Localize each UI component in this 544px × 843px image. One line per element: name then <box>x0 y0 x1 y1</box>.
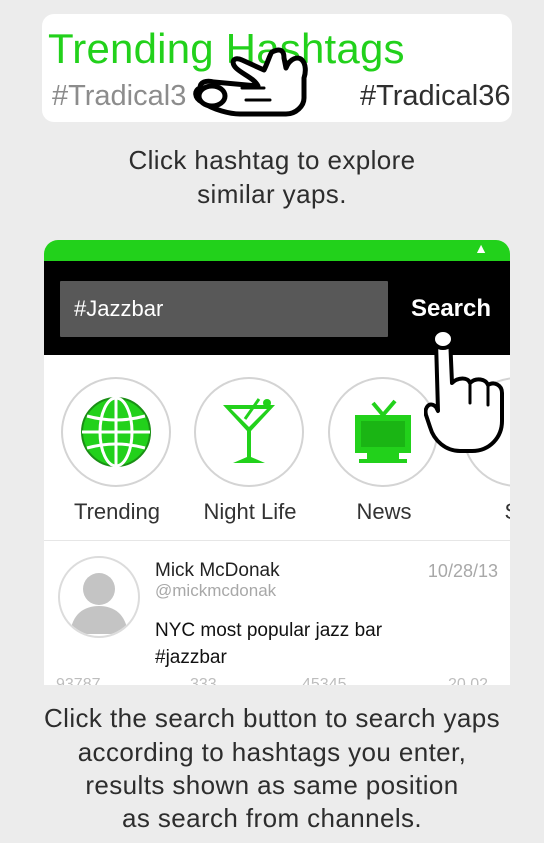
channel-circle <box>194 377 304 487</box>
play-count[interactable]: 93787 <box>56 676 101 685</box>
like-count[interactable]: 45345 <box>302 676 347 685</box>
app-screen: ▲ #Jazzbar Search Trending Night Life Ne… <box>44 240 510 685</box>
instruction-caption-bottom-line2: according to hashtags you enter, <box>77 737 467 767</box>
instruction-caption-top-line1: Click hashtag to explore <box>128 145 416 175</box>
yap-author-handle[interactable]: @mickmcdonak <box>155 582 276 599</box>
comment-count[interactable]: 333 <box>190 676 217 685</box>
channel-trending[interactable]: Trending <box>61 377 173 523</box>
channel-label: News <box>356 499 412 524</box>
signal-icon: ▲ <box>474 240 488 256</box>
hand-pointer-icon <box>193 47 308 117</box>
hashtag-link-left[interactable]: #Tradical3 <box>52 82 186 111</box>
yap-text-line1: NYC most popular jazz bar <box>155 620 383 641</box>
search-input[interactable]: #Jazzbar <box>60 281 388 337</box>
instruction-caption-bottom-line1: Click the search button to search yaps <box>44 703 500 733</box>
cocktail-icon <box>223 398 275 463</box>
channel-circle <box>328 377 438 487</box>
instruction-caption-top-line2: similar yaps. <box>197 179 347 209</box>
yap-text: NYC most popular jazz bar #jazzbar <box>155 617 475 671</box>
yap-date: 10/28/13 <box>427 561 498 581</box>
channel-night-life[interactable]: Night Life <box>194 377 306 523</box>
avatar[interactable] <box>58 556 140 638</box>
globe-icon <box>81 396 151 468</box>
yap-stats-row: 93787 333 45345 20.02 <box>44 676 510 685</box>
channel-label: Night Life <box>203 499 297 524</box>
yap-hashtag[interactable]: #jazzbar <box>155 644 475 671</box>
yap-item[interactable]: Mick McDonak @mickmcdonak 10/28/13 NYC m… <box>44 542 510 685</box>
divider <box>44 540 510 541</box>
status-bar: ▲ <box>44 240 510 261</box>
avatar-placeholder-icon <box>70 573 128 634</box>
instruction-caption-bottom-line3: results shown as same position <box>85 770 459 800</box>
channel-circle <box>61 377 171 487</box>
tv-icon <box>355 399 411 463</box>
instruction-caption-bottom-line4: as search from channels. <box>121 803 423 833</box>
hand-pointer-icon <box>424 328 504 453</box>
channel-label: Sp <box>462 501 510 523</box>
channel-label: Trending <box>73 499 160 524</box>
yap-author-name[interactable]: Mick McDonak <box>155 561 280 580</box>
hashtag-link-right[interactable]: #Tradical36 <box>360 82 510 111</box>
duration: 20.02 <box>448 676 489 685</box>
